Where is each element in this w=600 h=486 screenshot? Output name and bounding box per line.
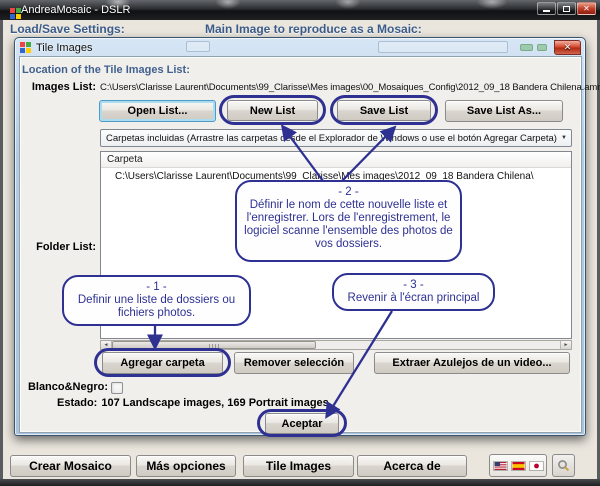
load-save-settings-heading: Load/Save Settings: [10, 22, 125, 36]
dialog-titlebar: Tile Images [20, 40, 560, 55]
callout-step-2: - 2 - Définir le nom de cette nouvelle l… [235, 180, 462, 262]
main-image-heading: Main Image to reproduce as a Mosaic: [205, 22, 422, 36]
dialog-title: Tile Images [36, 42, 92, 54]
maximize-button[interactable] [557, 2, 576, 15]
agregar-carpeta-highlight-ellipse [94, 348, 231, 377]
window-bottom-edge [0, 479, 600, 486]
close-icon: ✕ [564, 42, 572, 53]
chevron-down-icon: ▼ [557, 135, 571, 141]
window-controls: ✕ [537, 2, 596, 15]
callout-step-1: - 1 - Definir une liste de dossiers ou f… [62, 275, 251, 326]
minimize-button[interactable] [537, 2, 556, 15]
save-list-highlight-ellipse [330, 95, 438, 125]
images-list-path: C:\Users\Clarisse Laurent\Documents\99_C… [100, 82, 582, 93]
callout-step-3-text: Revenir à l'écran principal [340, 292, 487, 305]
estado-value: 107 Landscape images, 169 Portrait image… [101, 397, 332, 409]
scroll-right-icon[interactable]: ► [560, 341, 571, 349]
callout-step-2-text: Définir le nom de cette nouvelle liste e… [243, 199, 454, 251]
window-title: AndreaMosaic - DSLR [21, 4, 130, 16]
open-list-button[interactable]: Open List... [99, 100, 216, 122]
estado-status: Estado: 107 Landscape images, 169 Portra… [57, 397, 332, 409]
folders-dropdown[interactable]: Carpetas incluidas (Arrastre las carpeta… [100, 129, 572, 147]
tile-images-button[interactable]: Tile Images [243, 455, 354, 477]
new-list-highlight-ellipse [219, 95, 326, 125]
language-selector[interactable] [489, 454, 547, 477]
callout-step-1-number: - 1 - [70, 281, 243, 294]
screenshot-root: AndreaMosaic - DSLR ✕ Load/Save Settings… [0, 0, 600, 486]
callout-step-2-number: - 2 - [243, 186, 454, 199]
remover-seleccion-button[interactable]: Remover selección [234, 352, 354, 374]
search-button[interactable] [552, 454, 575, 477]
spain-flag [511, 461, 526, 471]
callout-step-3-number: - 3 - [340, 279, 487, 292]
callout-step-1-text: Definir une liste de dossiers ou fichier… [70, 294, 243, 320]
images-list-label: Images List: [30, 81, 96, 93]
folders-dropdown-value: Carpetas incluidas (Arrastre las carpeta… [101, 133, 557, 144]
section-title: Location of the Tile Images List: [22, 64, 190, 76]
blanco-negro-checkbox[interactable] [111, 382, 123, 394]
mas-opciones-button[interactable]: Más opciones [136, 455, 236, 477]
dialog-icon [20, 42, 31, 53]
close-icon: ✕ [583, 5, 590, 13]
us-flag [493, 461, 508, 471]
extraer-azulejos-button[interactable]: Extraer Azulejos de un video... [374, 352, 570, 374]
folder-list-label: Folder List: [30, 241, 96, 253]
callout-step-3: - 3 - Revenir à l'écran principal [332, 273, 495, 311]
window-titlebar: AndreaMosaic - DSLR ✕ [0, 0, 600, 20]
search-icon [557, 459, 570, 472]
estado-label: Estado: [57, 397, 97, 409]
dialog-close-button[interactable]: ✕ [554, 40, 581, 55]
save-list-as-button[interactable]: Save List As... [445, 100, 563, 122]
crear-mosaico-button[interactable]: Crear Mosaico [10, 455, 131, 477]
japan-flag [529, 461, 544, 471]
folder-list-column-header[interactable]: Carpeta [101, 152, 571, 168]
blanco-negro-label: Blanco&Negro: [18, 381, 108, 393]
acerca-de-button[interactable]: Acerca de [357, 455, 467, 477]
minimize-icon [543, 10, 550, 12]
maximize-icon [563, 6, 570, 12]
aceptar-highlight-ellipse [257, 409, 347, 437]
window-close-button[interactable]: ✕ [577, 2, 596, 15]
